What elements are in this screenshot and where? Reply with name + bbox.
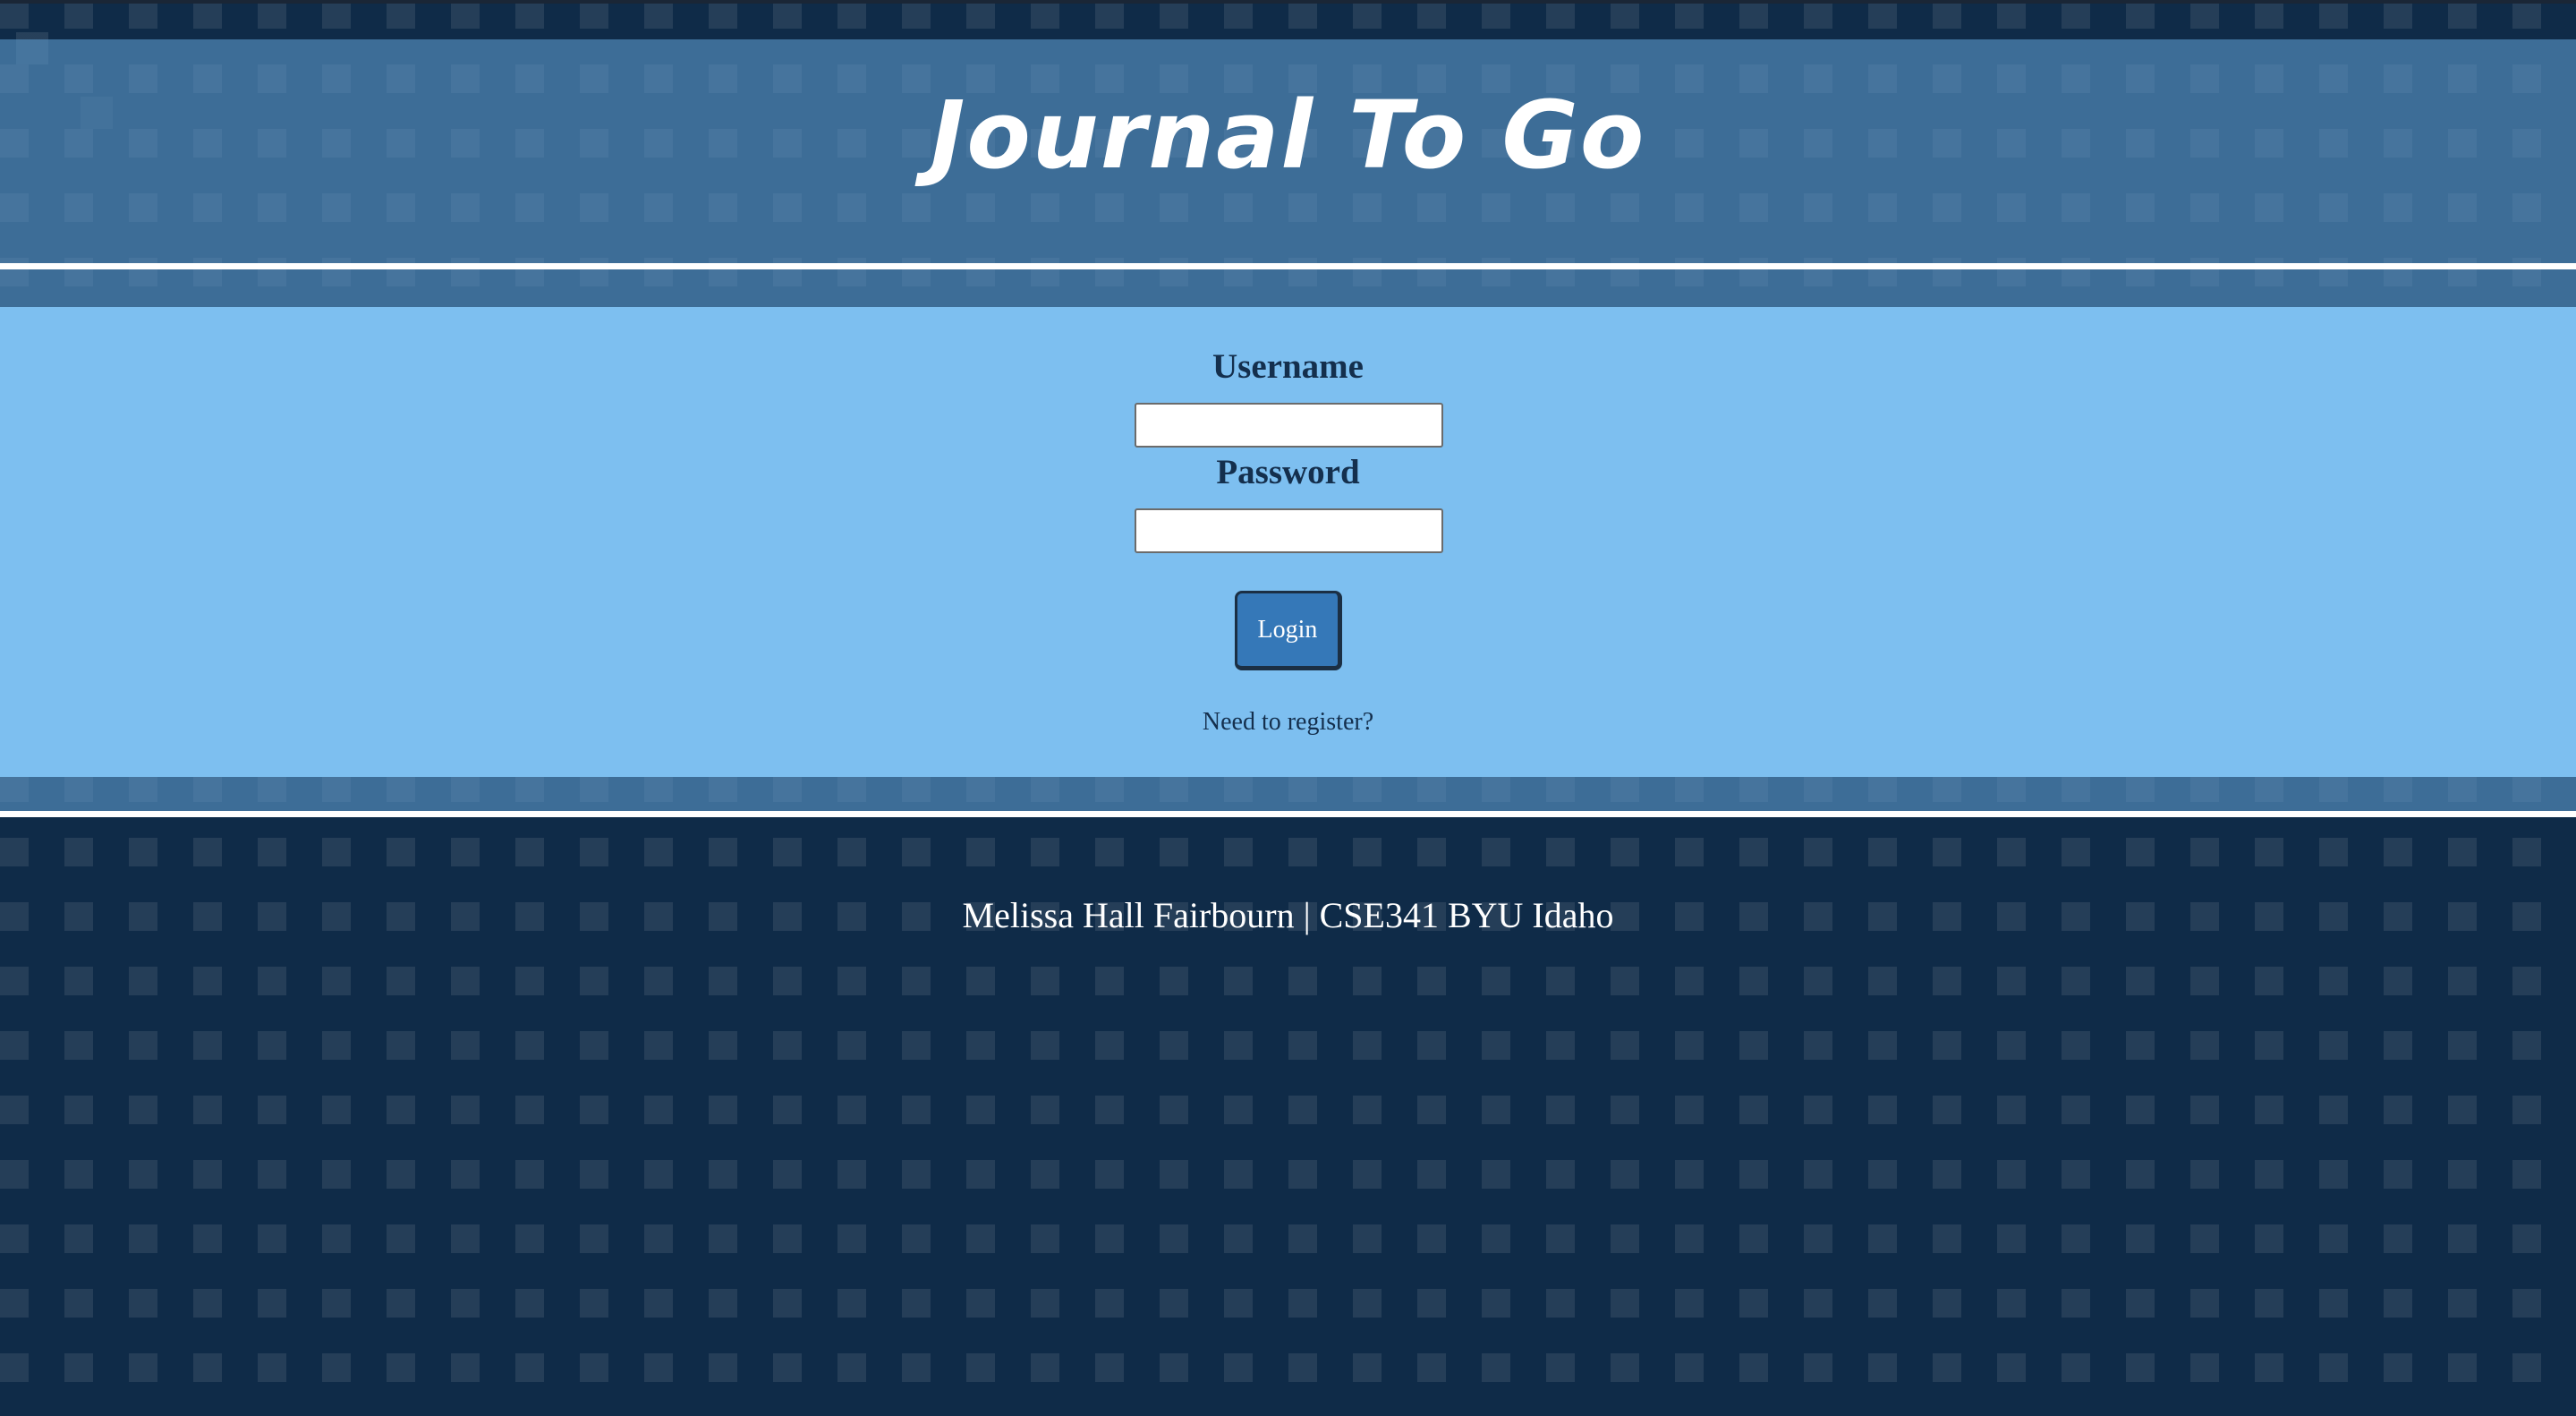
- site-header: Journal To Go: [0, 39, 2576, 265]
- password-label: Password: [1216, 453, 1360, 491]
- username-input[interactable]: [1135, 403, 1443, 448]
- login-button[interactable]: Login: [1235, 591, 1342, 670]
- footer-upper-band: [0, 777, 2576, 811]
- username-label: Username: [1212, 347, 1364, 386]
- header-lower-band: [0, 269, 2576, 307]
- register-link[interactable]: Need to register?: [0, 706, 2576, 738]
- footer-credits: Melissa Hall Fairbourn | CSE341 BYU Idah…: [962, 895, 1614, 935]
- password-input[interactable]: [1135, 508, 1443, 553]
- footer-divider: [0, 811, 2576, 817]
- header-divider: [0, 263, 2576, 269]
- top-edge-line: [0, 0, 2576, 4]
- site-title: Journal To Go: [930, 81, 1646, 190]
- login-panel: Username Password Login Need to register…: [0, 307, 2576, 777]
- page: { "header": { "title": "Journal To Go" }…: [0, 0, 2576, 1416]
- login-form: Username Password Login Need to register…: [0, 307, 2576, 777]
